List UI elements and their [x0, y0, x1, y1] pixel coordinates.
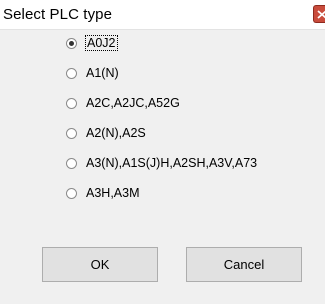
radio-option-a3h-a3m[interactable]: A3H,A3M: [66, 183, 140, 203]
cancel-button[interactable]: Cancel: [186, 247, 302, 282]
radio-button-icon[interactable]: [66, 67, 77, 79]
close-button[interactable]: [313, 5, 325, 23]
radio-button-checked-icon[interactable]: [66, 37, 77, 49]
dialog-title: Select PLC type: [3, 6, 113, 23]
radio-button-icon[interactable]: [66, 97, 77, 109]
radio-label: A3(N),A1S(J)H,A2SH,A3V,A73: [86, 156, 258, 170]
select-plc-type-dialog: Select PLC type A0J2 A1(N) A2C,A2JC,A52G…: [0, 0, 325, 304]
radio-option-a0j2[interactable]: A0J2: [66, 33, 118, 53]
radio-label: A2(N),A2S: [86, 126, 146, 140]
radio-option-a1n[interactable]: A1(N): [66, 63, 119, 83]
radio-button-icon[interactable]: [66, 187, 77, 199]
ok-button[interactable]: OK: [42, 247, 158, 282]
radio-option-a2n-a2s[interactable]: A2(N),A2S: [66, 123, 146, 143]
radio-label: A0J2: [85, 35, 118, 51]
title-bar[interactable]: Select PLC type: [0, 0, 325, 30]
close-icon: [317, 10, 325, 19]
radio-button-icon[interactable]: [66, 157, 77, 169]
radio-option-a3n-a1sjh-a2sh-a3v-a73[interactable]: A3(N),A1S(J)H,A2SH,A3V,A73: [66, 153, 257, 173]
radio-label: A3H,A3M: [86, 186, 140, 200]
radio-button-icon[interactable]: [66, 127, 77, 139]
radio-label: A1(N): [86, 66, 119, 80]
radio-label: A2C,A2JC,A52G: [86, 96, 180, 110]
radio-option-a2c-a2jc-a52g[interactable]: A2C,A2JC,A52G: [66, 93, 180, 113]
